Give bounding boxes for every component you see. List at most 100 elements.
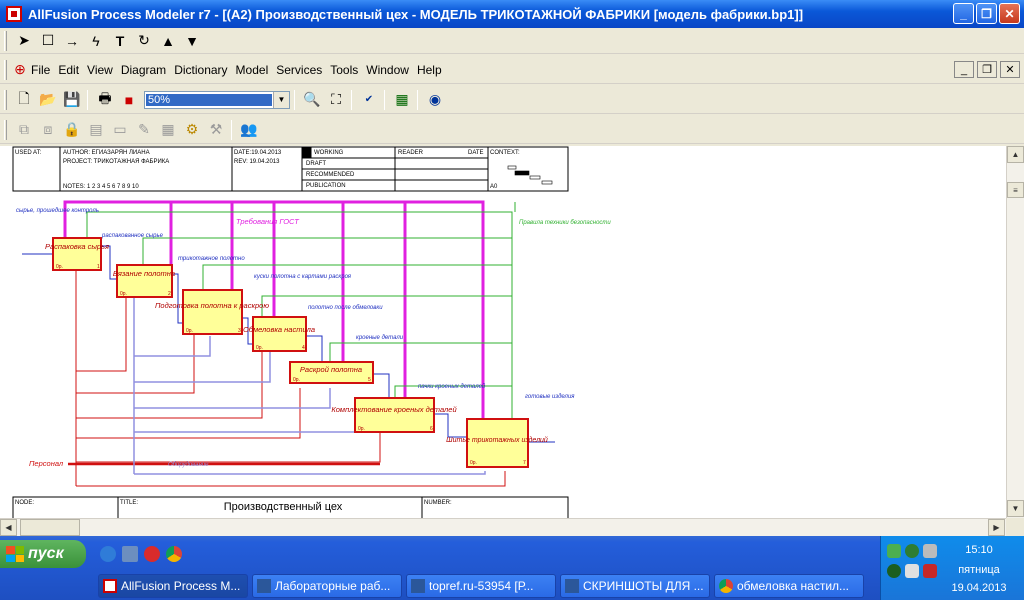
globe-icon[interactable]: ◉ bbox=[424, 89, 446, 111]
print-icon[interactable]: 🖶 bbox=[94, 89, 116, 111]
activity-num: 7 bbox=[523, 460, 526, 466]
ie-icon[interactable] bbox=[100, 546, 116, 562]
menu-window[interactable]: Window bbox=[362, 63, 413, 77]
pointer-tool-icon[interactable]: ➤ bbox=[13, 30, 35, 52]
window-title: AllFusion Process Modeler r7 - [(A2) Про… bbox=[28, 6, 804, 22]
window-titlebar[interactable]: AllFusion Process Modeler r7 - [(A2) Про… bbox=[0, 0, 1024, 28]
menu-model[interactable]: Model bbox=[232, 63, 273, 77]
desktop-icon[interactable] bbox=[122, 546, 138, 562]
chevron-down-icon[interactable]: ▼ bbox=[273, 91, 289, 108]
activity-box-2[interactable]: Вязание полотна 0р. 2 bbox=[113, 264, 175, 298]
open-folder-icon[interactable]: 📂 bbox=[37, 89, 59, 111]
security-icon[interactable] bbox=[905, 544, 919, 558]
mdi-close-button[interactable]: ✕ bbox=[1000, 61, 1020, 78]
scroll-up-icon[interactable]: ▲ bbox=[1007, 146, 1024, 163]
vertical-scrollbar[interactable]: ▲ ≡ ▼ bbox=[1006, 146, 1024, 518]
label-finished: готовые изделия bbox=[525, 394, 575, 400]
zoom-in-icon[interactable]: 🔍 bbox=[301, 89, 323, 111]
label-cut: кроеные детали bbox=[356, 335, 404, 341]
go-up-icon[interactable]: ▲ bbox=[157, 30, 179, 52]
minimize-button[interactable]: _ bbox=[953, 3, 974, 24]
device-icon[interactable] bbox=[923, 544, 937, 558]
restore-button[interactable]: ❐ bbox=[976, 3, 997, 24]
activity-box-7[interactable]: Шитье трикотажных изделий 0р. 7 bbox=[446, 418, 548, 468]
task-allfusion[interactable]: AllFusion Process M... bbox=[98, 574, 248, 598]
activity-box-4[interactable]: Обмеловка настила 0р. 4 bbox=[243, 316, 315, 352]
new-file-icon[interactable]: 🗋 bbox=[13, 89, 35, 111]
task-screenshots[interactable]: СКРИНШОТЫ ДЛЯ ... bbox=[560, 574, 710, 598]
clock-date: 19.04.2013 bbox=[951, 582, 1007, 594]
close-button[interactable]: ✕ bbox=[999, 3, 1020, 24]
wrench-icon[interactable]: ✎ bbox=[133, 119, 155, 141]
menu-help[interactable]: Help bbox=[413, 63, 446, 77]
activity-box-6[interactable]: Комплектование кроеных деталей 0р. 6 bbox=[331, 397, 457, 433]
opera-icon[interactable] bbox=[144, 546, 160, 562]
menu-edit[interactable]: Edit bbox=[54, 63, 83, 77]
separator bbox=[87, 89, 88, 110]
users-icon[interactable]: 👥 bbox=[238, 119, 260, 141]
report-icon[interactable]: ▤ bbox=[85, 119, 107, 141]
menu-view[interactable]: View bbox=[83, 63, 117, 77]
monitor-icon[interactable]: ▭ bbox=[109, 119, 131, 141]
frame-node: NODE: bbox=[15, 500, 34, 506]
activity-box-5[interactable]: Раскрой полотна 0р. 5 bbox=[289, 361, 374, 384]
activity-box-1[interactable]: Распаковка сырья 0р. 1 bbox=[45, 237, 109, 271]
task-lab-works[interactable]: Лабораторные раб... bbox=[252, 574, 402, 598]
menu-services[interactable]: Services bbox=[272, 63, 326, 77]
grid-icon[interactable]: ▦ bbox=[157, 119, 179, 141]
start-button[interactable]: пуск bbox=[0, 540, 86, 568]
language-icon[interactable] bbox=[905, 564, 919, 578]
network-icon[interactable] bbox=[887, 544, 901, 558]
squiggle-tool-icon[interactable]: ϟ bbox=[85, 30, 107, 52]
frame-publication: PUBLICATION bbox=[306, 183, 346, 189]
activity-cost: 0р. bbox=[293, 377, 300, 383]
frame-context: CONTEXT: bbox=[490, 150, 520, 156]
tools-icon[interactable]: ⚒ bbox=[205, 119, 227, 141]
menu-tools[interactable]: Tools bbox=[326, 63, 362, 77]
activity-cost: 0р. bbox=[470, 460, 477, 466]
mdi-minimize-button[interactable]: _ bbox=[954, 61, 974, 78]
task-chrome[interactable]: обмеловка настил... bbox=[714, 574, 864, 598]
rotate-tool-icon[interactable]: ↻ bbox=[133, 30, 155, 52]
menu-diagram[interactable]: Diagram bbox=[117, 63, 170, 77]
properties-icon[interactable]: ⚙ bbox=[181, 119, 203, 141]
volume-icon[interactable] bbox=[923, 564, 937, 578]
task-topref[interactable]: topref.ru-53954 [Р... bbox=[406, 574, 556, 598]
scroll-thumb[interactable]: ≡ bbox=[1007, 182, 1024, 198]
model-explorer-icon[interactable]: ▦ bbox=[391, 89, 413, 111]
split-icon[interactable]: ⧈ bbox=[37, 119, 59, 141]
update-icon[interactable] bbox=[887, 564, 901, 578]
clock-day: пятница bbox=[958, 564, 1000, 576]
menu-dictionary[interactable]: Dictionary bbox=[170, 63, 231, 77]
activity-num: 3 bbox=[238, 328, 241, 334]
zoom-fit-icon[interactable]: ⛶ bbox=[325, 89, 347, 111]
scroll-left-icon[interactable]: ◀ bbox=[0, 519, 17, 536]
color-icon[interactable]: ■ bbox=[118, 89, 140, 111]
save-icon[interactable]: 💾 bbox=[61, 89, 83, 111]
clock-time[interactable]: 15:10 bbox=[944, 544, 1014, 556]
std-grip bbox=[4, 89, 7, 110]
merge-icon[interactable]: ⧉ bbox=[13, 119, 35, 141]
quick-launch bbox=[100, 546, 182, 562]
start-label: пуск bbox=[28, 545, 64, 562]
text-tool-icon[interactable]: T bbox=[109, 30, 131, 52]
scroll-down-icon[interactable]: ▼ bbox=[1007, 500, 1024, 517]
zoom-select[interactable]: 50% ▼ bbox=[144, 90, 290, 109]
go-down-icon[interactable]: ▼ bbox=[181, 30, 203, 52]
lock-icon[interactable]: 🔒 bbox=[61, 119, 83, 141]
activity-name: Комплектование кроеных деталей bbox=[331, 405, 457, 414]
model-toolbar: ⧉ ⧈ 🔒 ▤ ▭ ✎ ▦ ⚙ ⚒ 👥 bbox=[0, 116, 1024, 144]
spellcheck-icon[interactable]: ✔ bbox=[358, 89, 380, 111]
context-thumbnail bbox=[507, 165, 553, 185]
hscroll-thumb[interactable] bbox=[20, 519, 80, 536]
chrome-icon[interactable] bbox=[166, 546, 182, 562]
menu-file[interactable]: File bbox=[27, 63, 54, 77]
scroll-right-icon[interactable]: ▶ bbox=[988, 519, 1005, 536]
horizontal-scrollbar[interactable]: ◀ ▶ bbox=[0, 518, 1006, 536]
windows-flag-icon bbox=[6, 546, 24, 562]
box-tool-icon[interactable]: ☐ bbox=[37, 30, 59, 52]
mdi-restore-button[interactable]: ❐ bbox=[977, 61, 997, 78]
separator bbox=[417, 89, 418, 110]
diagram-canvas[interactable]: USED AT: AUTHOR: ЕГИАЗАРЯН ЛИАНА PROJECT… bbox=[0, 146, 1006, 518]
arrow-tool-icon[interactable]: → bbox=[61, 30, 83, 52]
